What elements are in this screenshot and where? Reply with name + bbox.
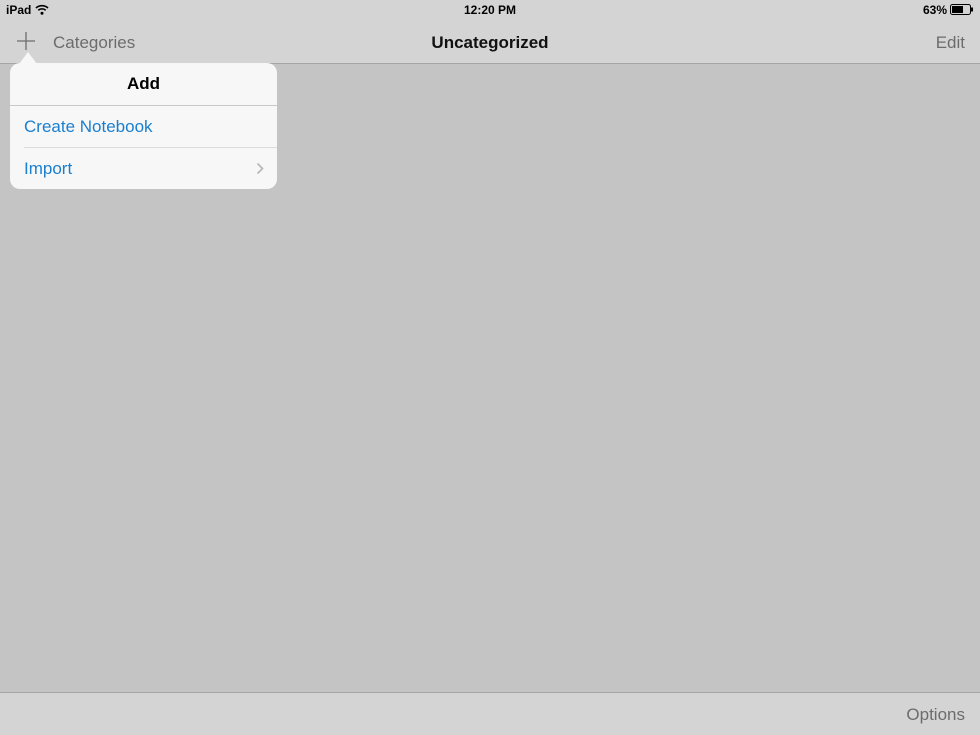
battery-percent: 63% (922, 3, 947, 17)
options-button[interactable]: Options (906, 705, 965, 725)
add-popover: Add Create Notebook Import (10, 63, 277, 189)
popover-title: Add (10, 63, 277, 106)
status-time: 12:20 PM (463, 3, 517, 17)
navigation-bar: Categories Uncategorized Edit (0, 20, 980, 64)
app-screen: iPad 12:20 PM 63% Categories Uncategoriz… (0, 0, 980, 735)
chevron-right-icon (256, 162, 264, 175)
menu-item-label: Import (24, 159, 73, 178)
battery-icon (950, 4, 973, 15)
menu-item-label: Create Notebook (24, 117, 153, 136)
page-title: Uncategorized (431, 33, 549, 52)
status-bar: iPad 12:20 PM 63% (0, 0, 980, 20)
import-item[interactable]: Import (24, 147, 277, 189)
edit-button[interactable]: Edit (936, 33, 965, 53)
bottom-toolbar: Options (0, 692, 980, 735)
create-notebook-item[interactable]: Create Notebook (10, 106, 277, 147)
